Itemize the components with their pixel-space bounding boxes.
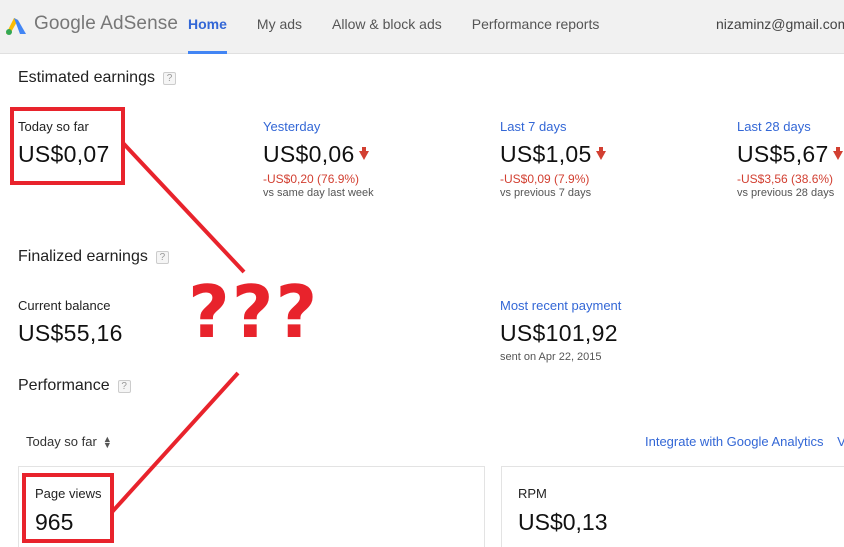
brand-name: Google AdSense — [34, 13, 179, 34]
metric-last-28-days-link[interactable]: Last 28 days — [737, 119, 844, 134]
metric-last-7-days-value: US$1,05 — [500, 141, 592, 167]
metric-yesterday-change: -US$0,20 (76.9%) — [263, 172, 360, 186]
metric-last-7-days-value-row: US$1,05 — [500, 141, 690, 168]
help-icon[interactable]: ? — [117, 379, 131, 393]
adsense-logo-icon — [6, 18, 26, 35]
recent-payment-link[interactable]: Most recent payment — [500, 298, 720, 313]
main-nav: Home My ads Allow & block ads Performanc… — [188, 0, 629, 54]
metric-recent-payment: Most recent payment US$101,92 sent on Ap… — [500, 298, 720, 363]
performance-heading: Performance — [18, 377, 110, 394]
top-bar: Google AdSense Home My ads Allow & block… — [0, 0, 844, 54]
period-selector[interactable]: Today so far ▲ ▼ — [26, 434, 112, 449]
rpm-value: US$0,13 — [518, 509, 608, 535]
metric-last-28-days-change: -US$3,56 (38.6%) — [737, 172, 834, 186]
metric-yesterday: Yesterday US$0,06 -US$0,20 (76.9%) vs sa… — [263, 119, 453, 199]
finalized-earnings-heading: Finalized earnings — [18, 248, 148, 265]
integrate-google-analytics-label: Integrate with Google Analytics — [645, 434, 824, 449]
metric-yesterday-value-row: US$0,06 — [263, 141, 453, 168]
nav-allow-block-ads[interactable]: Allow & block ads — [332, 0, 442, 54]
metric-last-28-days-compare: vs previous 28 days — [737, 187, 835, 199]
down-arrow-icon — [832, 147, 843, 160]
estimated-earnings-title: Estimated earnings ? — [18, 69, 176, 87]
recent-payment-value: US$101,92 — [500, 320, 618, 346]
cut-off-link[interactable]: V — [837, 434, 844, 449]
finalized-earnings-title: Finalized earnings ? — [18, 248, 169, 266]
annotation-box-page-views — [22, 473, 114, 543]
estimated-earnings-heading: Estimated earnings — [18, 69, 155, 86]
metric-current-balance: Current balance US$55,16 — [18, 298, 208, 347]
rpm-label: RPM — [518, 486, 547, 501]
nav-home[interactable]: Home — [188, 0, 227, 54]
current-balance-label: Current balance — [18, 298, 111, 313]
current-balance-value: US$55,16 — [18, 320, 123, 346]
adsense-logo[interactable]: Google AdSense — [4, 12, 178, 36]
metric-last-7-days-link[interactable]: Last 7 days — [500, 119, 690, 134]
rpm-card: RPM US$0,13 — [501, 466, 844, 547]
sort-arrows-icon: ▲ ▼ — [102, 433, 112, 450]
metric-yesterday-compare: vs same day last week — [263, 187, 374, 199]
metric-last-28-days: Last 28 days US$5,67 -US$3,56 (38.6%) vs… — [737, 119, 844, 199]
integrate-google-analytics-link[interactable]: Integrate with Google Analytics V — [645, 434, 844, 449]
metric-last-28-days-value-row: US$5,67 — [737, 141, 844, 168]
metric-last-7-days-change: -US$0,09 (7.9%) — [500, 172, 590, 186]
performance-title: Performance ? — [18, 377, 131, 395]
annotation-box-today — [10, 107, 125, 185]
help-icon[interactable]: ? — [155, 250, 169, 264]
nav-my-ads[interactable]: My ads — [257, 0, 302, 54]
question-marks-annotation: ??? — [188, 270, 320, 354]
nav-performance-reports[interactable]: Performance reports — [472, 0, 600, 54]
metric-yesterday-value: US$0,06 — [263, 141, 355, 167]
metric-last-7-days: Last 7 days US$1,05 -US$0,09 (7.9%) vs p… — [500, 119, 690, 199]
period-selector-label: Today so far — [26, 434, 97, 449]
metric-last-7-days-compare: vs previous 7 days — [500, 187, 592, 199]
metric-last-28-days-value: US$5,67 — [737, 141, 829, 167]
account-email[interactable]: nizaminz@gmail.com — [716, 16, 844, 32]
down-arrow-icon — [358, 147, 369, 160]
metric-yesterday-link[interactable]: Yesterday — [263, 119, 453, 134]
help-icon[interactable]: ? — [162, 71, 176, 85]
down-arrow-icon — [595, 147, 606, 160]
recent-payment-date: sent on Apr 22, 2015 — [500, 351, 602, 363]
